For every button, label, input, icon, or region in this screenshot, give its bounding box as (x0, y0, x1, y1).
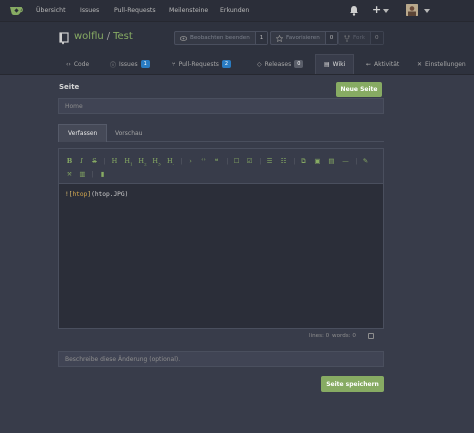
repo-name-link[interactable]: Test (113, 31, 133, 42)
tag-icon: ◇ (257, 60, 262, 68)
unordered-list-icon[interactable]: ☰ (265, 157, 274, 165)
fork-count[interactable]: 0 (369, 32, 383, 44)
gitea-logo-icon[interactable] (9, 4, 23, 16)
releases-count-badge: 0 (294, 60, 304, 68)
quote-icon[interactable]: ❝ (212, 157, 221, 165)
heading-2-icon[interactable]: H2 (138, 157, 147, 166)
pull-request-icon: ⑂ (172, 60, 176, 68)
page-heading: Seite (59, 83, 80, 91)
editor-tabs: Verfassen Vorschau (58, 124, 384, 142)
top-navbar: Übersicht Issues Pull-Requests Meilenste… (0, 0, 474, 22)
star-icon (276, 34, 283, 42)
editor-toolbar: B I S | H H1 H2 H3 H- | › ‹› ❝ | ☐ ☑ | ☰… (59, 149, 383, 184)
tab-write[interactable]: Verfassen (58, 124, 108, 142)
editor-content[interactable]: ![htop](htop.JPG) (65, 191, 128, 198)
nav-link-overview[interactable]: Übersicht (36, 7, 66, 14)
repo-title: wolflu / Test (74, 31, 133, 42)
fork-icon (344, 34, 350, 42)
toolbar-divider: | (91, 170, 94, 178)
side-by-side-icon[interactable]: ▥ (78, 170, 87, 178)
bell-icon[interactable] (349, 5, 359, 16)
resize-icon (368, 333, 374, 339)
fork-button[interactable]: Fork 0 (338, 31, 384, 45)
toolbar-divider: | (259, 157, 262, 165)
link-icon[interactable]: ⧉ (299, 157, 308, 166)
toolbar-divider: | (293, 157, 296, 165)
italic-icon[interactable]: I (77, 157, 86, 165)
tab-code[interactable]: ‹› Code (66, 54, 89, 74)
star-count[interactable]: 0 (324, 32, 338, 44)
markdown-editor[interactable]: B I S | H H1 H2 H3 H- | › ‹› ❝ | ☐ ☑ | ☰… (58, 148, 384, 329)
nav-link-issues[interactable]: Issues (80, 7, 99, 14)
table-icon[interactable]: ▤ (327, 157, 336, 165)
toolbar-divider: | (103, 157, 106, 165)
fork-label: Fork (353, 35, 365, 41)
strikethrough-icon[interactable]: S (90, 157, 99, 165)
pull-requests-count-badge: 2 (221, 60, 232, 68)
book-icon: ▤ (324, 61, 330, 68)
commit-message-input[interactable]: Beschreibe diese Änderung (optional). (58, 351, 384, 367)
file-icon[interactable]: ▮ (98, 170, 107, 178)
heading-3-icon[interactable]: H3 (152, 157, 161, 166)
toolbar-divider: | (355, 157, 358, 165)
checked-checkbox-icon[interactable]: ☑ (245, 157, 254, 165)
issue-icon: ⓘ (110, 61, 117, 69)
eye-icon (180, 35, 187, 41)
words-count: words: 0 (332, 333, 356, 339)
tools-icon: ✕ (417, 60, 423, 68)
lines-count: lines: 0 (309, 333, 330, 339)
heading-icon[interactable]: H (110, 157, 119, 165)
create-plus-icon[interactable]: + (372, 3, 381, 16)
toolbar-divider: | (180, 157, 183, 165)
nav-link-explore[interactable]: Erkunden (220, 7, 249, 14)
watch-button[interactable]: Beobachten beenden 1 (174, 31, 269, 45)
watch-label: Beobachten beenden (190, 35, 250, 41)
repo-owner-link[interactable]: wolflu (74, 31, 104, 42)
watch-count[interactable]: 1 (254, 32, 268, 44)
ordered-list-icon[interactable]: ☷ (279, 157, 288, 165)
nav-link-milestones[interactable]: Meilensteine (169, 7, 208, 14)
save-page-button[interactable]: Seite speichern (321, 376, 384, 392)
new-page-button[interactable]: Neue Seite (336, 82, 382, 97)
avatar[interactable] (406, 4, 418, 16)
horizontal-rule-icon[interactable]: — (341, 157, 350, 165)
tab-wiki[interactable]: ▤ Wiki (315, 54, 355, 74)
tab-settings[interactable]: ✕ Einstellungen (417, 54, 466, 74)
tab-releases[interactable]: ◇ Releases 0 (257, 54, 304, 74)
fullscreen-icon[interactable]: ⤧ (65, 170, 74, 178)
tab-activity[interactable]: ⇜ Aktivität (366, 54, 399, 74)
chevron-down-icon[interactable] (424, 9, 430, 13)
code-icon[interactable]: ‹› (199, 157, 208, 163)
pulse-icon: ⇜ (366, 60, 372, 68)
image-icon[interactable]: ▣ (313, 157, 322, 165)
issues-count-badge: 1 (140, 60, 150, 68)
star-label: Favorisieren (286, 35, 320, 41)
bold-icon[interactable]: B (65, 157, 74, 165)
tab-preview[interactable]: Vorschau (115, 124, 142, 142)
clean-block-icon[interactable]: ✎ (361, 157, 370, 165)
repo-tabs: ‹› Code ⓘ Issues 1 ⑂ Pull-Requests 2 ◇ Release… (0, 54, 474, 74)
chevron-down-icon[interactable] (383, 9, 389, 13)
heading-1-icon[interactable]: H1 (124, 157, 133, 166)
repo-title-separator: / (106, 31, 111, 42)
quote-arrow-icon[interactable]: › (186, 157, 195, 165)
repo-book-icon (59, 32, 69, 45)
code-icon: ‹› (66, 60, 71, 68)
star-button[interactable]: Favorisieren 0 (270, 31, 339, 45)
tab-pull-requests[interactable]: ⑂ Pull-Requests 2 (172, 54, 232, 74)
page-title-input[interactable]: Home (58, 98, 384, 114)
nav-link-pull-requests[interactable]: Pull-Requests (114, 7, 156, 14)
tab-issues[interactable]: ⓘ Issues 1 (110, 54, 150, 74)
heading-smaller-icon[interactable]: H- (166, 157, 175, 166)
checkbox-icon[interactable]: ☐ (232, 157, 241, 165)
toolbar-divider: | (226, 157, 229, 165)
